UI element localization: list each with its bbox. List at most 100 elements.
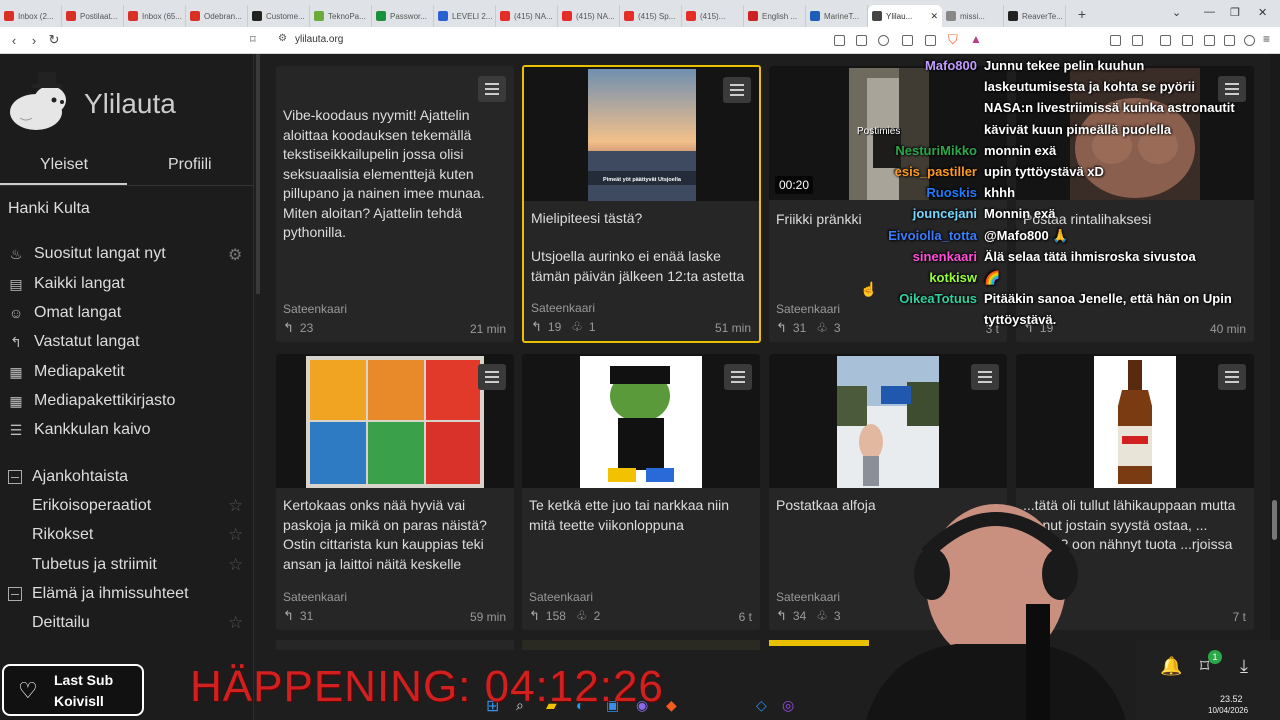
panel-icon[interactable] (1182, 35, 1193, 46)
browser-tab[interactable]: ReaverTe... (1004, 5, 1066, 27)
brave-icon[interactable]: ◆ (666, 697, 677, 714)
nav-mediapakettikirjasto[interactable]: ▦ Mediapakettikirjasto (8, 392, 175, 410)
nav-mediapaketit[interactable]: ▦ Mediapaketit (8, 363, 124, 381)
browser-tab[interactable]: TeknoPa... (310, 5, 372, 27)
browser-tab[interactable]: Passwor... (372, 5, 434, 27)
thread-time: 51 min (714, 321, 751, 335)
tab-yleiset[interactable]: Yleiset (40, 156, 88, 174)
translate-icon[interactable] (834, 35, 845, 46)
browser-tab[interactable]: Inbox (2... (0, 5, 62, 27)
sidebar-scrollbar[interactable] (256, 54, 260, 294)
board-tubetus[interactable]: Tubetus ja striimit (32, 556, 157, 574)
menu-icon[interactable] (724, 364, 752, 390)
nav-kaikki[interactable]: ▤ Kaikki langat (8, 275, 124, 293)
board-rikokset[interactable]: Rikokset (32, 526, 93, 544)
browser-tab[interactable]: Postilaat... (62, 5, 124, 27)
chat-message: @Mafo800 🙏 (984, 227, 1069, 243)
bookmark-icon[interactable]: ⌑ (250, 33, 256, 46)
browser-tab[interactable]: (415) NA... (558, 5, 620, 27)
star-icon[interactable]: ☆ (228, 496, 243, 516)
address-bar[interactable]: ylilauta.org (295, 34, 343, 45)
thread-stats: ↰ 31 (283, 608, 323, 624)
board-deittailu[interactable]: Deittailu (32, 614, 90, 632)
browser-tab[interactable]: (415) Sp... (620, 5, 682, 27)
bell-icon[interactable]: 🔔 (1160, 656, 1182, 677)
star-icon[interactable]: ☆ (228, 555, 243, 575)
site-info-icon[interactable]: ⚙ (278, 33, 287, 44)
browser-tab[interactable]: English ... (744, 5, 806, 27)
browser-tab[interactable]: MarineT... (806, 5, 868, 27)
page-scrollbar-thumb[interactable] (1272, 500, 1277, 540)
media-pack-icon: ▦ (9, 364, 23, 380)
browser-tab-bar: Inbox (2... Postilaat... Inbox (65... Odebr… (0, 0, 1280, 27)
menu-icon[interactable] (971, 364, 999, 390)
nav-omat[interactable]: ☺ Omat langat (8, 304, 121, 322)
last-sub-banner: ♡ Last Sub Koivisll (2, 664, 144, 716)
category-elama[interactable]: Elämä ja ihmissuhteet (8, 585, 189, 603)
menu-icon[interactable] (1218, 364, 1246, 390)
star-icon[interactable]: ☆ (228, 613, 243, 633)
tab-search-icon[interactable]: ⌄ (1172, 6, 1181, 19)
vpn-icon[interactable] (1224, 35, 1235, 46)
browser-tab[interactable]: missi... (942, 5, 1004, 27)
browser-tab[interactable]: Odebran... (186, 5, 248, 27)
browser-tab[interactable]: Custome... (248, 5, 310, 27)
browser-tab[interactable]: Inbox (65... (124, 5, 186, 27)
category-ajankohtaista[interactable]: Ajankohtaista (8, 468, 128, 486)
close-window-button[interactable]: ✕ (1258, 6, 1267, 19)
menu-icon[interactable] (478, 364, 506, 390)
gear-icon[interactable]: ⚙ (228, 245, 242, 265)
share-icon[interactable] (925, 35, 936, 46)
board-erikoisoperaatiot[interactable]: Erikoisoperaatiot (32, 497, 151, 515)
menu-icon[interactable]: ≡ (1263, 32, 1270, 46)
tab-label: missi... (960, 11, 985, 21)
nav-kankkulan-kaivo[interactable]: ☰ Kankkulan kaivo (8, 421, 151, 439)
tab-profiili[interactable]: Profiili (168, 156, 212, 174)
vscode-icon[interactable]: ◇ (756, 697, 767, 714)
star-icon[interactable]: ☆ (228, 525, 243, 545)
thread-card[interactable]: Te ketkä ette juo tai narkkaa niin mitä … (522, 354, 760, 630)
app-icon[interactable]: ◎ (782, 697, 794, 714)
browser-tab[interactable]: (415) NA... (496, 5, 558, 27)
site-name[interactable]: Ylilauta (84, 88, 176, 120)
menu-icon[interactable] (1218, 76, 1246, 102)
reload-button[interactable]: ↻ (44, 32, 64, 48)
rewards-icon[interactable]: ▲ (970, 32, 982, 46)
cursor-icon: ☝ (860, 281, 878, 297)
nav-vastatut[interactable]: ↰ Vastatut langat (8, 333, 139, 351)
page-scrollbar[interactable] (1270, 54, 1280, 720)
nav-suositut[interactable]: ♨ Suositut langat nyt (8, 245, 166, 263)
minimize-button[interactable]: — (1204, 6, 1215, 18)
browser-tab[interactable]: Ylilau... ✕ (868, 5, 942, 27)
browser-tab[interactable]: LEVELI 2... (434, 5, 496, 27)
thread-card[interactable]: Pimeät yöt päättyvät Utsjoella Mielipite… (522, 65, 761, 343)
close-tab-icon[interactable]: ✕ (930, 11, 938, 22)
forward-button[interactable]: › (24, 33, 44, 48)
tab-label: LEVELI 2... (452, 11, 493, 21)
new-tab-button[interactable]: + (1072, 6, 1092, 22)
ylilauta-logo[interactable] (6, 70, 70, 132)
wallet-icon[interactable] (1204, 35, 1215, 46)
zoom-icon[interactable] (878, 35, 889, 46)
hanki-kulta-link[interactable]: Hanki Kulta (8, 200, 90, 218)
thread-card[interactable]: Kertokaas onks nää hyviä vai paskoja ja … (276, 354, 514, 630)
sidebar-toggle-icon[interactable] (1132, 35, 1143, 46)
reader-icon[interactable] (902, 35, 913, 46)
brave-shield-icon[interactable]: ⛉ (948, 32, 958, 48)
back-button[interactable]: ‹ (4, 33, 24, 48)
tab-favicon-icon (66, 11, 76, 21)
profile-icon[interactable] (1244, 35, 1255, 46)
snow-road-image (837, 356, 939, 488)
well-icon: ☰ (9, 422, 23, 438)
media-icon[interactable] (1160, 35, 1171, 46)
thread-card[interactable]: Vibe-koodaus nyymit! Ajattelin aloittaa … (276, 66, 514, 342)
menu-icon[interactable] (478, 76, 506, 102)
browser-tab[interactable]: (415)... (682, 5, 744, 27)
extensions-icon[interactable] (1110, 35, 1121, 46)
maximize-button[interactable]: ❐ (1230, 6, 1240, 19)
cast-icon[interactable] (856, 35, 867, 46)
download-icon[interactable]: ⤓ (1240, 656, 1248, 677)
reply-icon: ↰ (776, 320, 787, 335)
menu-icon[interactable] (723, 77, 751, 103)
thread-stats: ↰ 31 ♧ 3 (776, 320, 851, 336)
